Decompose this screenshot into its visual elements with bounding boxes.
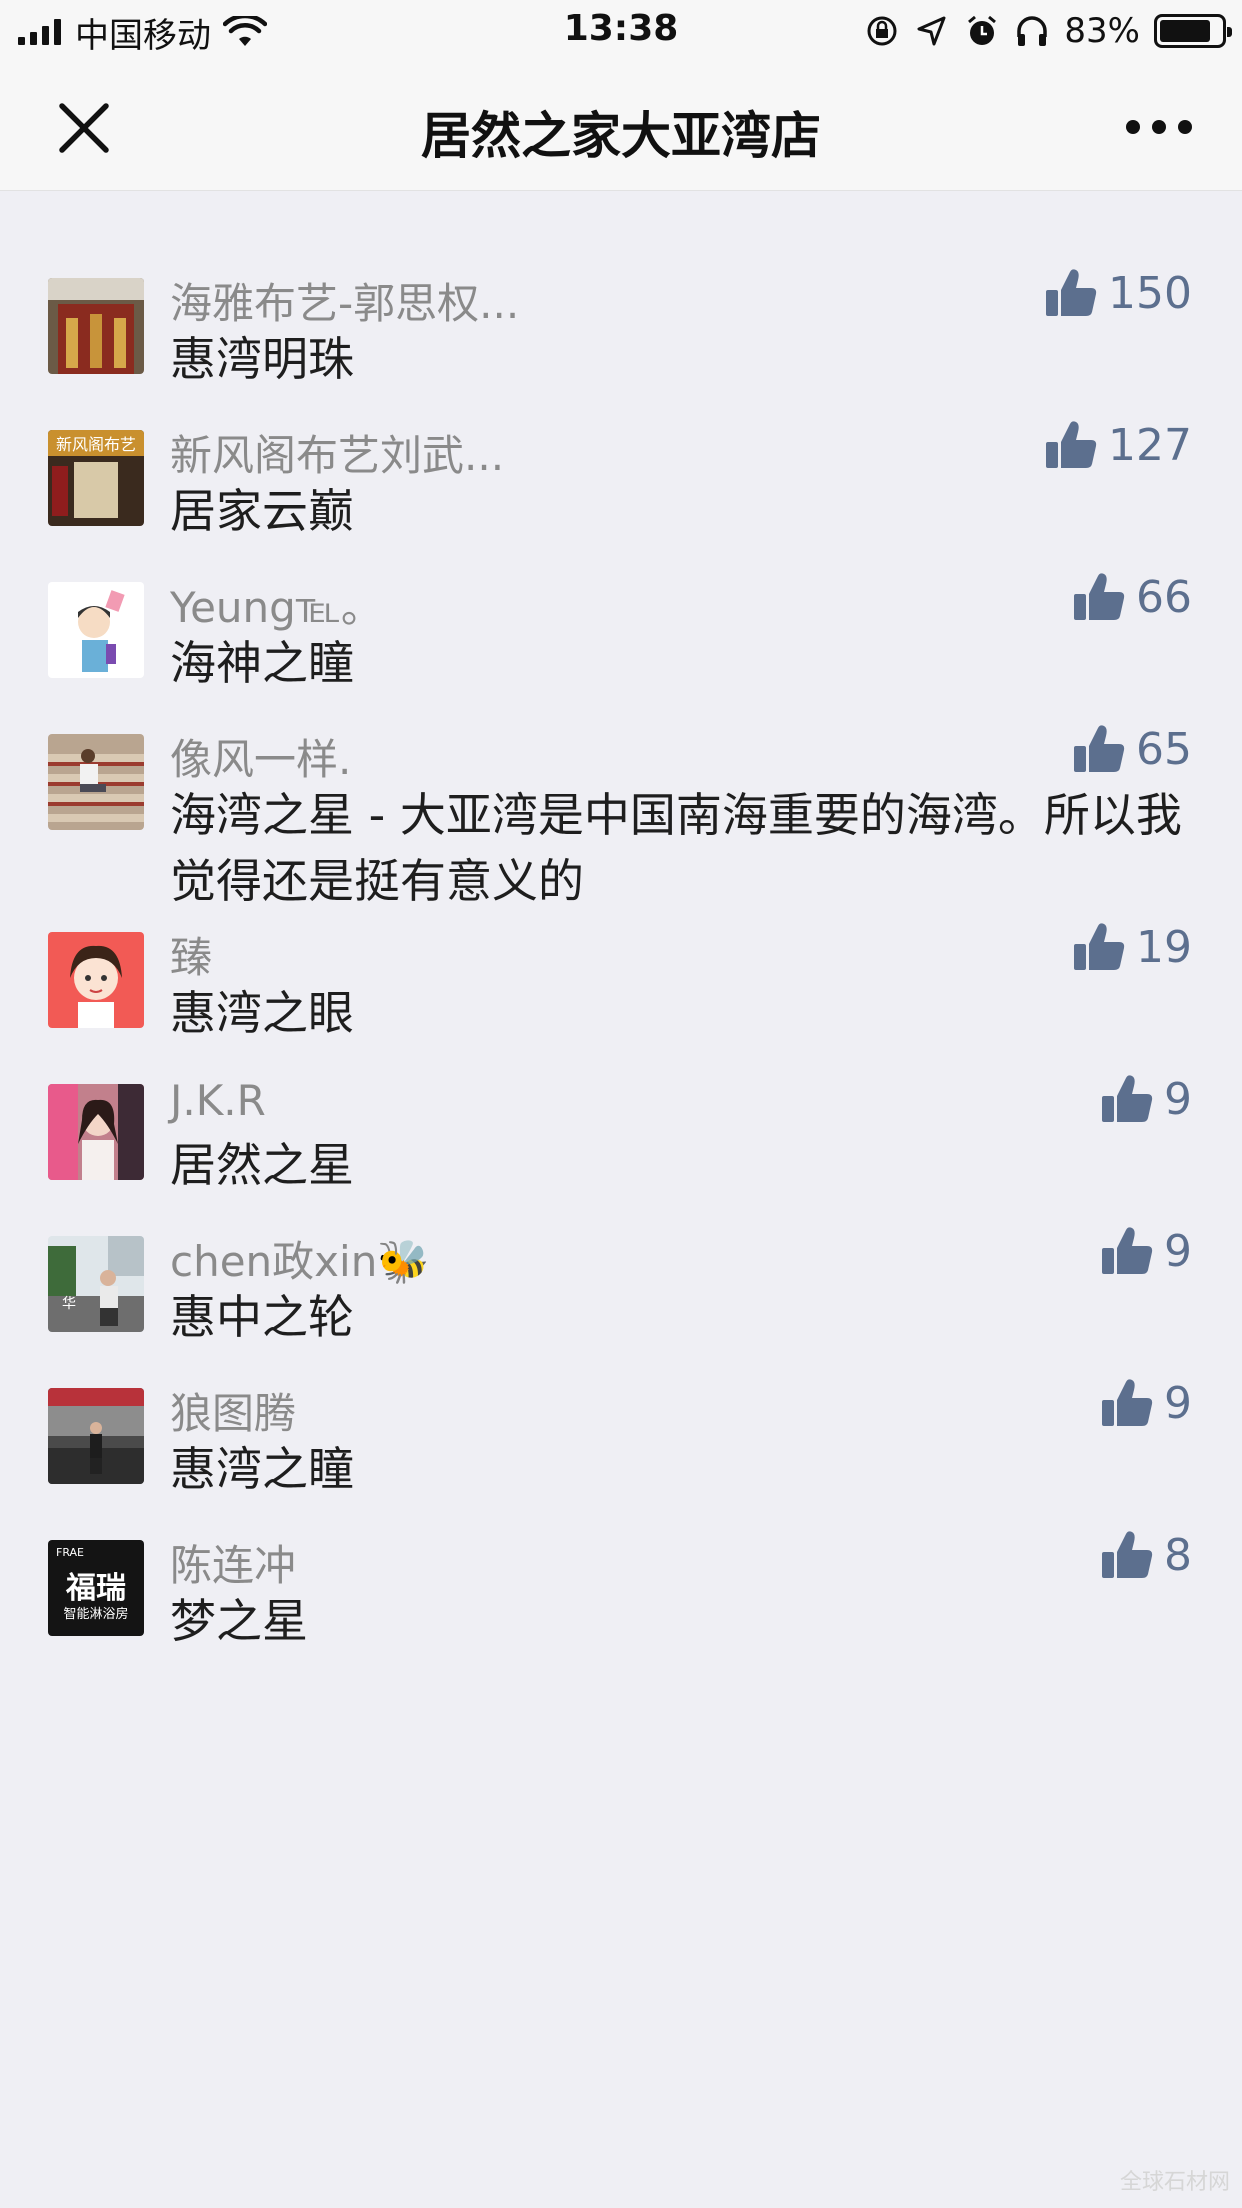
like-count: 9 (1164, 1225, 1192, 1277)
like-button[interactable]: 65 (1072, 722, 1192, 776)
commenter-name: J.K.R (170, 1076, 266, 1125)
svg-text:福瑞: 福瑞 (65, 1571, 126, 1606)
comment-text: 海湾之星 - 大亚湾是中国南海重要的海湾。所以我觉得还是挺有意义的 (170, 788, 1182, 908)
thumbs-up-icon (1046, 269, 1097, 316)
nav-bar: 居然之家大亚湾店 (0, 62, 1242, 191)
comment-text: 居家云巅 (170, 484, 354, 538)
comment-text: 惠湾明珠 (170, 332, 354, 386)
commenter-name: 新风阁布艺刘武... (170, 431, 505, 480)
commenter-name: 海雅布艺-郭思权... (170, 279, 520, 328)
thumbs-up-icon (1102, 1531, 1153, 1578)
comment-text: 惠湾之瞳 (170, 1442, 354, 1496)
status-right: 83% (864, 8, 1232, 54)
comment-text: 海神之瞳 (170, 636, 354, 690)
comment-text: 梦之星 (170, 1594, 308, 1648)
like-count: 66 (1136, 571, 1192, 623)
like-button[interactable]: 9 (1100, 1376, 1192, 1430)
street-photo-avatar[interactable]: 华 (48, 1236, 144, 1332)
like-count: 8 (1164, 1529, 1192, 1581)
thumbs-up-icon (1074, 725, 1125, 772)
svg-text:智能淋浴房: 智能淋浴房 (63, 1606, 128, 1622)
alarm-icon (968, 15, 997, 45)
like-button[interactable]: 127 (1044, 418, 1192, 472)
location-arrow-icon (917, 16, 946, 46)
like-button[interactable]: 19 (1072, 920, 1192, 974)
headphones-icon (1017, 16, 1048, 46)
commenter-name: 狼图腾 (170, 1389, 297, 1438)
stairs-photo-avatar[interactable] (48, 734, 144, 830)
svg-text:FRAE: FRAE (56, 1546, 84, 1559)
thumbs-up-icon (1074, 923, 1125, 970)
svg-text:华: 华 (62, 1296, 76, 1312)
like-count: 150 (1108, 267, 1192, 319)
thumbs-up-icon (1102, 1075, 1153, 1122)
commenter-name: 陈连冲 (170, 1541, 297, 1590)
comment-text: 惠中之轮 (170, 1290, 354, 1344)
brand-logo-avatar[interactable]: FRAE 福瑞 智能淋浴房 (48, 1540, 144, 1636)
rotation-lock-icon (867, 16, 897, 46)
svg-text:新风阁布艺: 新风阁布艺 (56, 435, 136, 454)
battery-percent: 83% (1064, 11, 1140, 51)
storefront-sign-avatar[interactable]: 新风阁布艺 (48, 430, 144, 526)
mall-photo-avatar[interactable] (48, 1388, 144, 1484)
thumbs-up-icon (1102, 1379, 1153, 1426)
cartoon-girl-avatar[interactable] (48, 932, 144, 1028)
like-button[interactable]: 9 (1100, 1072, 1192, 1126)
commenter-name: 像风一样. (170, 735, 352, 784)
battery-fill (1160, 20, 1210, 42)
like-count: 9 (1164, 1377, 1192, 1429)
status-bar: 中国移动 13:38 83% (0, 0, 1242, 62)
page-title: 居然之家大亚湾店 (421, 107, 821, 165)
like-button[interactable]: 66 (1072, 570, 1192, 624)
comment-text: 居然之星 (170, 1138, 354, 1192)
like-count: 19 (1136, 921, 1192, 973)
thumbs-up-icon (1102, 1227, 1153, 1274)
comment-text: 惠湾之眼 (170, 986, 354, 1040)
commenter-name: chen政xin🐝 (170, 1237, 430, 1286)
watermark: 全球石材网 (1119, 2170, 1230, 2195)
more-options-icon[interactable] (1126, 112, 1192, 142)
like-button[interactable]: 9 (1100, 1224, 1192, 1278)
cartoon-boy-avatar[interactable] (48, 582, 144, 678)
store-photo-avatar[interactable] (48, 278, 144, 374)
commenter-name: 臻 (170, 933, 213, 982)
battery-icon (1154, 14, 1232, 48)
thumbs-up-icon (1046, 421, 1097, 468)
like-count: 65 (1136, 723, 1192, 775)
like-button[interactable]: 150 (1044, 266, 1192, 320)
like-count: 9 (1164, 1073, 1192, 1125)
commenter-name: Yeung℡。 (170, 583, 383, 632)
thumbs-up-icon (1074, 573, 1125, 620)
like-count: 127 (1108, 419, 1192, 471)
like-button[interactable]: 8 (1100, 1528, 1192, 1582)
girl-photo-avatar[interactable] (48, 1084, 144, 1180)
